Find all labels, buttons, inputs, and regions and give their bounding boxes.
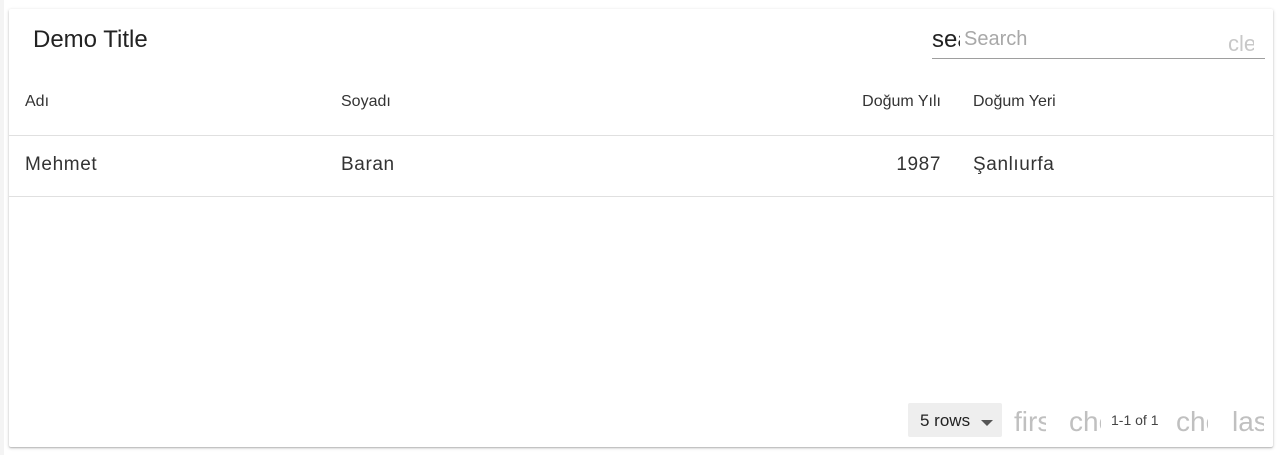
page-range: 1-1 of 1: [1111, 412, 1159, 428]
last-page-icon[interactable]: last_page: [1232, 406, 1264, 438]
table-card: Demo Title search clear Adı Soyadı Doğum…: [9, 9, 1273, 447]
cell-dogum-yili: 1987: [896, 154, 941, 175]
chevron-left-icon[interactable]: chevron_left: [1069, 406, 1101, 438]
rows-per-page-label: 5 rows: [920, 411, 971, 430]
table-row[interactable]: Mehmet Baran 1987 Şanlıurfa: [9, 136, 1273, 197]
cell-adi: Mehmet: [25, 154, 98, 175]
page-title: Demo Title: [33, 26, 148, 53]
rows-per-page-select[interactable]: 5 rows: [908, 403, 1002, 437]
cell-soyadi: Baran: [341, 154, 395, 175]
chevron-right-icon[interactable]: chevron_right: [1176, 406, 1208, 438]
column-header-adi[interactable]: Adı: [25, 93, 49, 111]
table-header: Adı Soyadı Doğum Yılı Doğum Yeri: [9, 71, 1273, 136]
column-header-dogum-yeri[interactable]: Doğum Yeri: [973, 93, 1056, 111]
search-input[interactable]: [964, 26, 1214, 52]
cell-dogum-yeri: Şanlıurfa: [973, 154, 1055, 175]
first-page-icon[interactable]: first_page: [1014, 406, 1046, 438]
clear-icon[interactable]: clear: [1228, 31, 1254, 57]
search-bar: search clear: [932, 23, 1265, 59]
column-header-dogum-yili[interactable]: Doğum Yılı: [862, 93, 941, 111]
window-edge: [0, 0, 4, 455]
chevron-down-icon: [981, 420, 993, 426]
search-icon: search: [932, 26, 960, 53]
column-header-soyadi[interactable]: Soyadı: [341, 93, 391, 111]
